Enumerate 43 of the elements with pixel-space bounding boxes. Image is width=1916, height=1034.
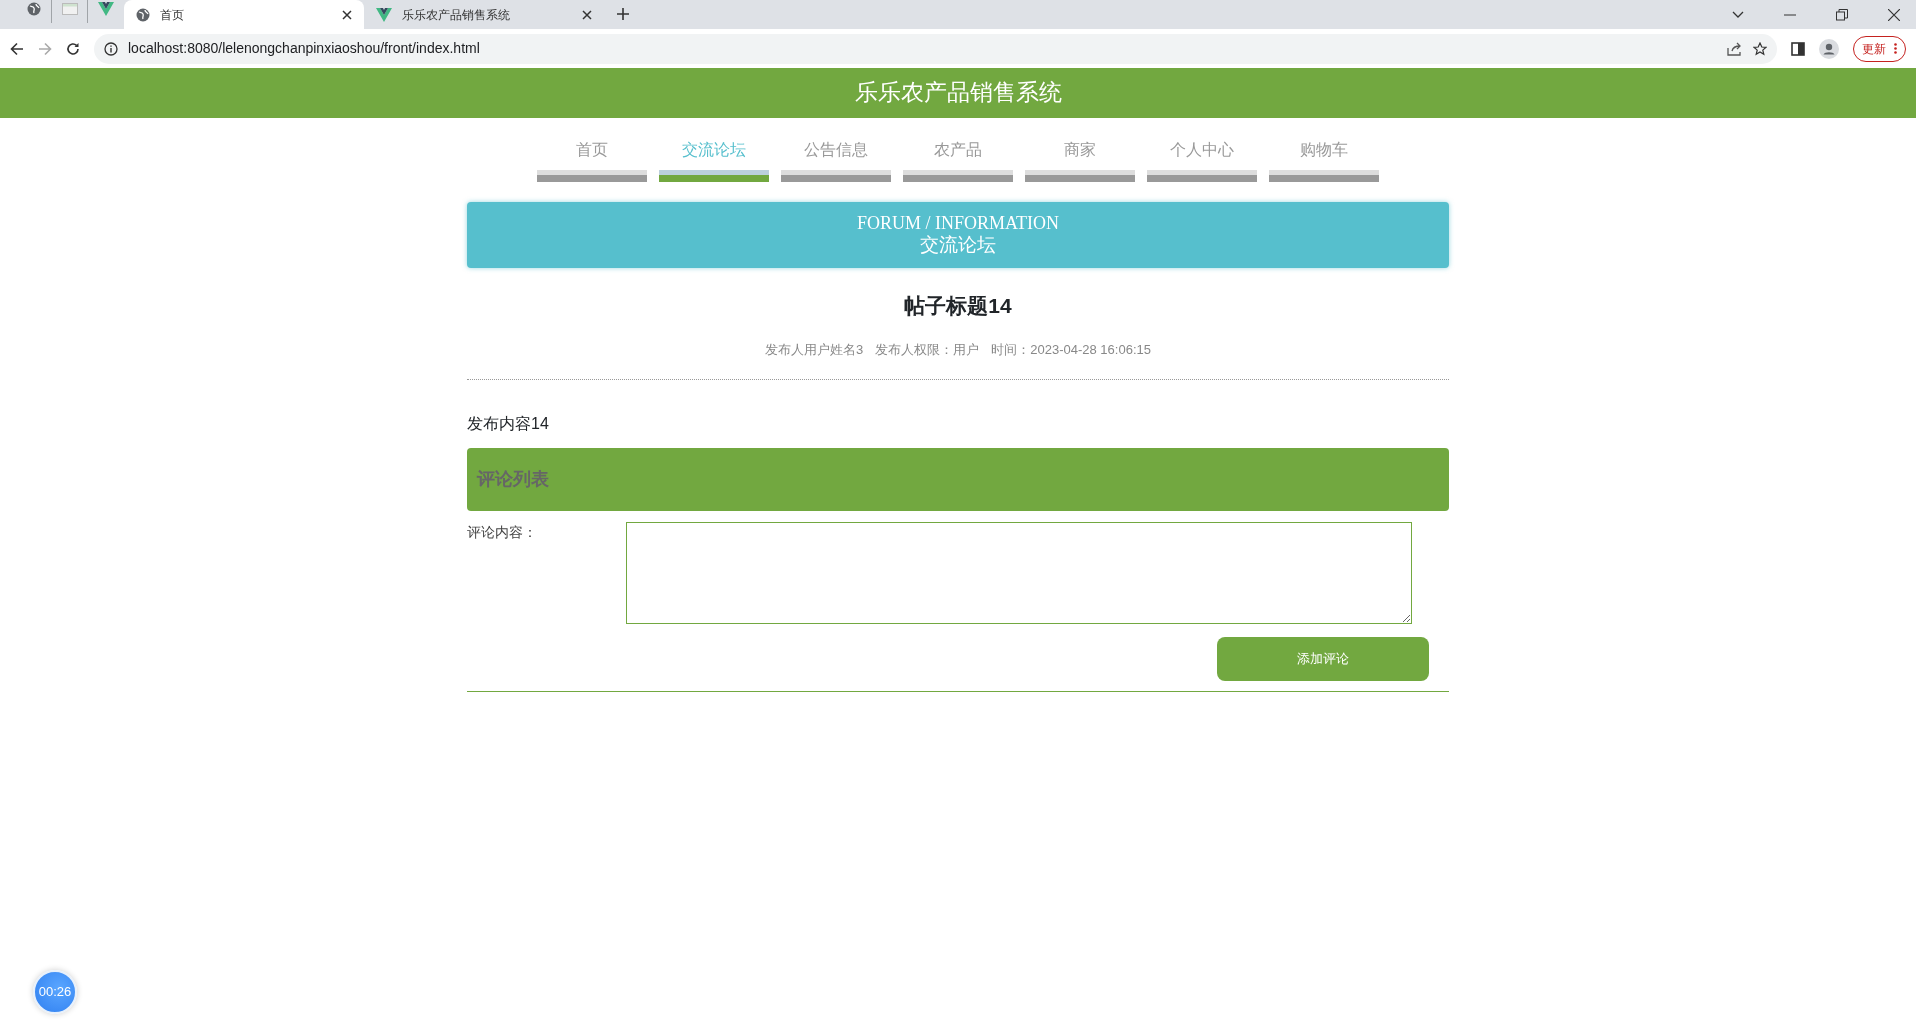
timer-badge[interactable]: 00:26: [33, 970, 77, 1014]
nav-tab[interactable]: 公告信息: [781, 138, 891, 182]
back-arrow-icon[interactable]: [10, 41, 24, 56]
post-content: 发布内容14: [467, 414, 550, 434]
v-logo-icon: [98, 1, 114, 16]
comment-list-title: 评论列表: [477, 468, 549, 491]
site-title: 乐乐农产品销售系统: [854, 79, 1062, 107]
star-icon[interactable]: [1753, 41, 1767, 56]
v-logo-icon: [376, 7, 392, 22]
comment-label: 评论内容：: [467, 523, 538, 542]
banner-english-title: FORUM / INFORMATION: [857, 212, 1059, 235]
window-icon: [61, 2, 78, 15]
minimize-icon[interactable]: [1784, 13, 1796, 16]
info-icon: [104, 41, 118, 56]
post-meta-text: 时间：2023-04-28 16:06:15: [991, 340, 1151, 359]
globe-icon: [136, 7, 150, 22]
plus-icon[interactable]: [616, 7, 630, 21]
nav-tab[interactable]: 农产品: [903, 138, 1013, 182]
reload-icon[interactable]: [66, 41, 80, 56]
browser-tab[interactable]: 首页: [124, 0, 364, 29]
banner-chinese-title: 交流论坛: [920, 234, 996, 258]
nav-tab[interactable]: 购物车: [1269, 138, 1379, 182]
nav-tab[interactable]: 商家: [1025, 138, 1135, 182]
browser-tab[interactable]: 乐乐农产品销售系统: [364, 0, 604, 29]
close-icon[interactable]: [342, 9, 352, 20]
post-title: 帖子标题14: [903, 293, 1013, 319]
close-icon[interactable]: [1888, 8, 1900, 21]
nav-tab[interactable]: 个人中心: [1147, 138, 1257, 182]
chevron-down-icon[interactable]: [1732, 10, 1744, 19]
user-avatar-icon[interactable]: [1819, 38, 1839, 59]
close-icon[interactable]: [582, 9, 592, 20]
globe-icon: [26, 1, 41, 16]
more-vertical-icon: [1894, 43, 1897, 54]
comment-input-field[interactable]: [626, 522, 1412, 624]
nav-tab[interactable]: 首页: [537, 138, 647, 182]
share-icon[interactable]: [1727, 41, 1743, 56]
add-comment-button[interactable]: 添加评论: [1217, 637, 1429, 681]
update-button[interactable]: 更新: [1853, 35, 1906, 62]
restore-icon[interactable]: [1836, 8, 1848, 21]
post-meta-text: 发布人权限：用户: [875, 340, 980, 359]
post-meta-text: 发布人用户姓名3: [765, 340, 864, 359]
side-panel-icon[interactable]: [1791, 41, 1805, 56]
nav-tab[interactable]: 交流论坛: [659, 138, 769, 182]
